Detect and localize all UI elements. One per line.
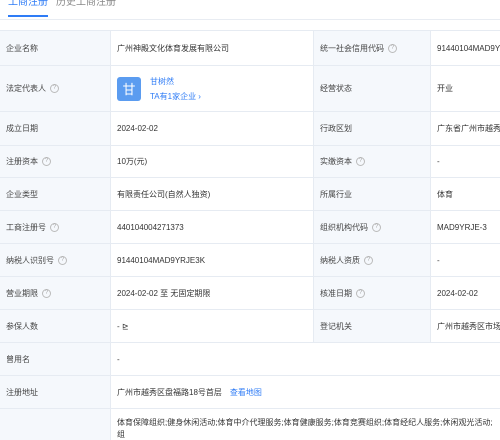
taxpayer-id-label-text: 纳税人识别号 bbox=[6, 255, 54, 265]
biz-reg-no-value: 440104004271373 bbox=[111, 211, 314, 243]
authority-value: 广州市越秀区市场 bbox=[431, 310, 500, 342]
table-row: 参保人数 - ⊵ 登记机关 广州市越秀区市场 bbox=[0, 310, 500, 343]
tab-business-registration[interactable]: 工商注册 bbox=[8, 0, 48, 17]
table-row: 营业期限? 2024-02-02 至 无固定期限 核准日期? 2024-02-0… bbox=[0, 277, 500, 310]
address-label: 注册地址 bbox=[0, 376, 111, 408]
term-label-text: 营业期限 bbox=[6, 288, 38, 298]
company-name-label: 企业名称 bbox=[0, 31, 111, 65]
insured-label: 参保人数 bbox=[0, 310, 111, 342]
region-label: 行政区划 bbox=[314, 112, 431, 145]
taxpayer-qual-label-text: 纳税人资质 bbox=[320, 255, 360, 265]
company-type-label: 企业类型 bbox=[0, 178, 111, 210]
address-value: 广州市越秀区盘福路18号首层 查看地图 bbox=[111, 376, 500, 408]
region-value: 广东省广州市越秀 bbox=[431, 112, 500, 145]
related-companies-link[interactable]: TA有1家企业 › bbox=[150, 91, 201, 102]
table-row: 成立日期 2024-02-02 行政区划 广东省广州市越秀 bbox=[0, 112, 500, 146]
table-row: 曾用名 - bbox=[0, 343, 500, 376]
founded-value: 2024-02-02 bbox=[111, 112, 314, 145]
table-row: 法定代表人? 甘 甘树然 TA有1家企业 › 经营状态 开业 bbox=[0, 66, 500, 112]
table-row: 纳税人识别号? 91440104MAD9YRJE3K 纳税人资质? - bbox=[0, 244, 500, 277]
table-row: 企业名称 广州神殿文化体育发展有限公司 统一社会信用代码? 91440104MA… bbox=[0, 31, 500, 66]
table-row: 注册资本? 10万(元) 实缴资本? - bbox=[0, 146, 500, 178]
help-icon[interactable]: ? bbox=[356, 157, 365, 166]
biz-reg-no-label: 工商注册号? bbox=[0, 211, 111, 243]
registration-table: 企业名称 广州神殿文化体育发展有限公司 统一社会信用代码? 91440104MA… bbox=[0, 30, 500, 440]
status-value: 开业 bbox=[431, 66, 500, 111]
authority-label: 登记机关 bbox=[314, 310, 431, 342]
table-row: 体育保障组织;健身休闲活动;体育中介代理服务;体育健康服务;体育竞赛组织;体育经… bbox=[0, 409, 500, 440]
credit-code-label: 统一社会信用代码? bbox=[314, 31, 431, 65]
legal-rep-name-link[interactable]: 甘树然 bbox=[150, 76, 201, 87]
help-icon[interactable]: ? bbox=[356, 288, 365, 298]
legal-rep-label-text: 法定代表人 bbox=[6, 84, 46, 93]
legal-rep-person: 甘树然 TA有1家企业 › bbox=[150, 76, 201, 102]
former-name-label: 曾用名 bbox=[0, 343, 111, 375]
help-icon[interactable]: ? bbox=[372, 222, 381, 232]
reg-capital-value: 10万(元) bbox=[111, 146, 314, 177]
former-name-value: - bbox=[111, 343, 500, 375]
biz-scope-label-cell bbox=[0, 409, 111, 440]
credit-code-value: 91440104MAD9YI bbox=[431, 31, 500, 65]
approval-date-label-text: 核准日期 bbox=[320, 288, 352, 298]
help-icon[interactable]: ? bbox=[58, 255, 67, 265]
insured-value: - ⊵ bbox=[111, 310, 314, 342]
legal-rep-value: 甘 甘树然 TA有1家企业 › bbox=[111, 66, 314, 111]
help-icon[interactable]: ? bbox=[50, 84, 59, 93]
taxpayer-id-value: 91440104MAD9YRJE3K bbox=[111, 244, 314, 276]
paid-capital-value: - bbox=[431, 146, 500, 177]
biz-reg-no-label-text: 工商注册号 bbox=[6, 222, 46, 232]
org-code-value: MAD9YRJE-3 bbox=[431, 211, 500, 243]
founded-label: 成立日期 bbox=[0, 112, 111, 145]
term-value: 2024-02-02 至 无固定期限 bbox=[111, 277, 314, 309]
taxpayer-id-label: 纳税人识别号? bbox=[0, 244, 111, 276]
table-row: 工商注册号? 440104004271373 组织机构代码? MAD9YRJE-… bbox=[0, 211, 500, 244]
credit-code-label-text: 统一社会信用代码 bbox=[320, 43, 384, 53]
tab-history-registration[interactable]: 历史工商注册 bbox=[56, 0, 116, 17]
reg-capital-label-text: 注册资本 bbox=[6, 157, 38, 166]
table-row: 注册地址 广州市越秀区盘福路18号首层 查看地图 bbox=[0, 376, 500, 409]
paid-capital-label-text: 实缴资本 bbox=[320, 157, 352, 166]
paid-capital-label: 实缴资本? bbox=[314, 146, 431, 177]
tab-bar: 工商注册 历史工商注册 bbox=[0, 0, 500, 20]
term-label: 营业期限? bbox=[0, 277, 111, 309]
view-map-link[interactable]: 查看地图 bbox=[230, 387, 262, 398]
industry-label: 所属行业 bbox=[314, 178, 431, 210]
help-icon[interactable]: ? bbox=[388, 43, 397, 53]
approval-date-label: 核准日期? bbox=[314, 277, 431, 309]
help-icon[interactable]: ? bbox=[42, 288, 51, 298]
status-label: 经营状态 bbox=[314, 66, 431, 111]
avatar: 甘 bbox=[117, 76, 141, 101]
org-code-label: 组织机构代码? bbox=[314, 211, 431, 243]
biz-scope-value: 体育保障组织;健身休闲活动;体育中介代理服务;体育健康服务;体育竞赛组织;体育经… bbox=[111, 409, 500, 440]
help-icon[interactable]: ? bbox=[42, 157, 51, 166]
org-code-label-text: 组织机构代码 bbox=[320, 222, 368, 232]
help-icon[interactable]: ? bbox=[50, 222, 59, 232]
industry-value: 体育 bbox=[431, 178, 500, 210]
legal-rep-label: 法定代表人? bbox=[0, 66, 111, 111]
approval-date-value: 2024-02-02 bbox=[431, 277, 500, 309]
reg-capital-label: 注册资本? bbox=[0, 146, 111, 177]
address-text: 广州市越秀区盘福路18号首层 bbox=[117, 387, 222, 397]
help-icon[interactable]: ? bbox=[364, 255, 373, 265]
table-row: 企业类型 有限责任公司(自然人独资) 所属行业 体育 bbox=[0, 178, 500, 211]
taxpayer-qual-label: 纳税人资质? bbox=[314, 244, 431, 276]
taxpayer-qual-value: - bbox=[431, 244, 500, 276]
company-name-value: 广州神殿文化体育发展有限公司 bbox=[111, 31, 314, 65]
company-type-value: 有限责任公司(自然人独资) bbox=[111, 178, 314, 210]
